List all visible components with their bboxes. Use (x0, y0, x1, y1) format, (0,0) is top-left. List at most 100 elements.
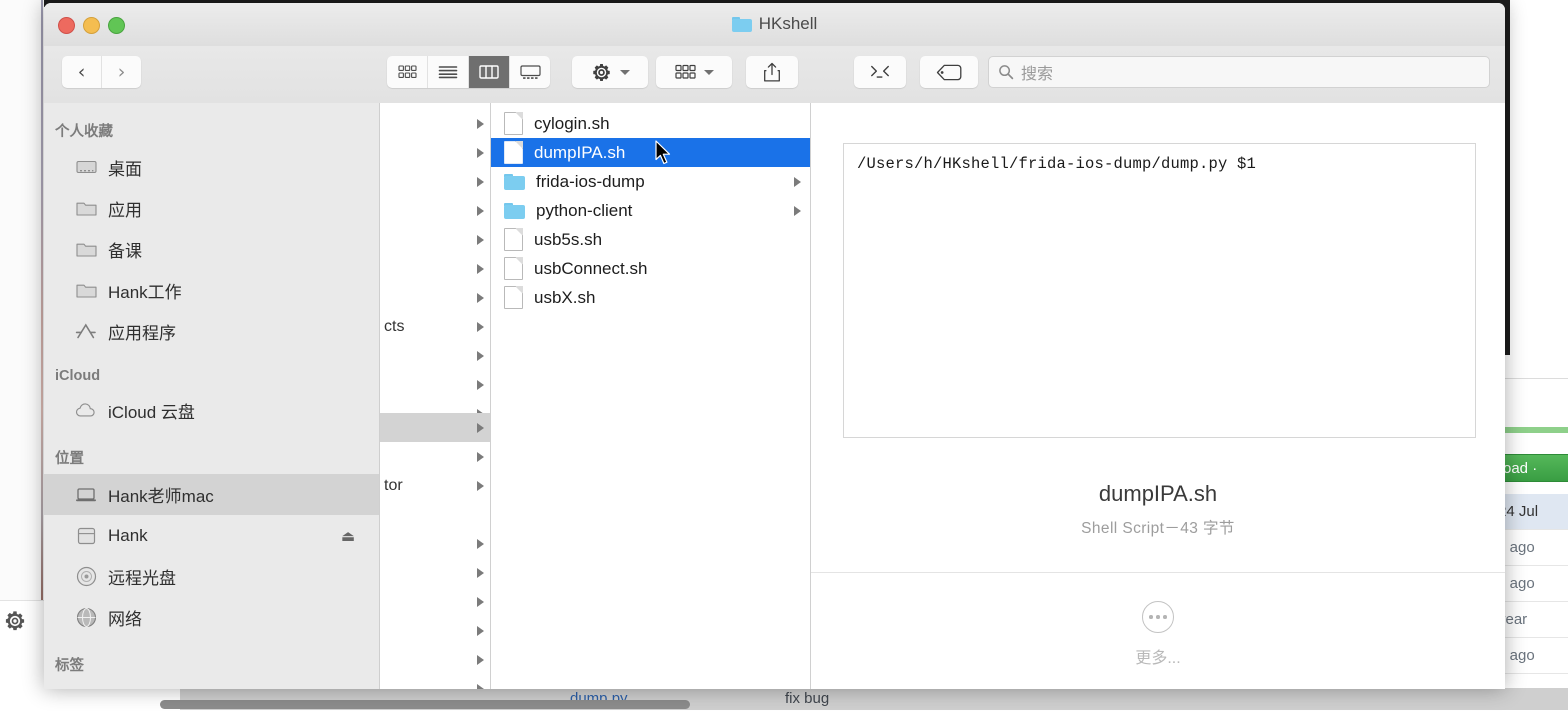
group-menu-button[interactable] (656, 56, 732, 88)
folder-icon (731, 16, 752, 32)
preview-file-name: dumpIPA.sh (1098, 481, 1218, 506)
gallery-icon (519, 64, 541, 79)
share-button[interactable] (746, 56, 798, 88)
preview-more-section[interactable]: 更多... (811, 601, 1505, 668)
file-name: cylogin.sh (534, 113, 610, 133)
disclosure-icon (477, 350, 484, 361)
laptop-icon (75, 484, 97, 506)
list-item-python-client[interactable]: python-client (491, 196, 810, 225)
chevron-left-icon: ‹ (77, 60, 86, 83)
list-item[interactable] (380, 587, 490, 616)
window-title-text: HKshell (758, 14, 818, 33)
list-item[interactable]: tor (380, 471, 490, 500)
download-button[interactable]: oad · (1494, 454, 1568, 482)
chevron-down-icon (703, 69, 714, 75)
list-item-dumpipa[interactable]: dumpIPA.sh (491, 138, 810, 167)
list-item[interactable] (380, 109, 490, 138)
chevron-down-icon (619, 69, 630, 75)
columns-icon (479, 65, 499, 79)
folder-icon (75, 280, 97, 302)
mouse-cursor (655, 140, 672, 167)
disclosure-icon (477, 379, 484, 390)
sidebar-item-label: 应用 (108, 201, 142, 220)
folder-icon (75, 198, 97, 220)
view-mode-group (387, 56, 550, 88)
background-github-box (1494, 378, 1568, 426)
list-item-cylogin[interactable]: cylogin.sh (491, 109, 810, 138)
sidebar-item-apps[interactable]: 应用 (44, 188, 379, 229)
list-view-button[interactable] (428, 56, 469, 88)
disclosure-icon (477, 654, 484, 665)
disclosure-icon (477, 321, 484, 332)
list-item[interactable] (380, 341, 490, 370)
forward-button[interactable]: › (102, 56, 141, 88)
tag-button[interactable] (920, 56, 978, 88)
sidebar-item-network[interactable]: 网络 (44, 597, 379, 638)
table-row: year (1494, 602, 1568, 638)
list-item-label: cts (384, 317, 405, 335)
list-item-frida-ios-dump[interactable]: frida-ios-dump (491, 167, 810, 196)
gear-icon[interactable] (3, 609, 27, 633)
disclosure-icon (794, 205, 801, 216)
disclosure-icon (477, 596, 484, 607)
list-item[interactable] (380, 167, 490, 196)
chevron-right-icon: › (117, 60, 126, 83)
list-item[interactable] (380, 283, 490, 312)
sidebar-item-applications[interactable]: 应用程序 (44, 311, 379, 352)
sidebar-item-desktop[interactable]: 桌面 (44, 147, 379, 188)
list-item[interactable] (380, 225, 490, 254)
disclosure-icon (477, 205, 484, 216)
list-item[interactable]: cts (380, 312, 490, 341)
icon-view-button[interactable] (387, 56, 428, 88)
list-item[interactable] (380, 138, 490, 167)
list-item[interactable] (380, 645, 490, 674)
search-input[interactable]: 搜索 (1021, 60, 1053, 84)
list-item-usbconnect[interactable]: usbConnect.sh (491, 254, 810, 283)
list-item-usbx[interactable]: usbX.sh (491, 283, 810, 312)
sidebar-item-hankwork[interactable]: Hank工作 (44, 270, 379, 311)
applications-icon (75, 321, 97, 343)
disclosure-icon (477, 176, 484, 187)
list-item[interactable] (380, 370, 490, 399)
list-item[interactable] (380, 196, 490, 225)
grid-group-icon (674, 64, 696, 79)
sidebar-item-beike[interactable]: 备课 (44, 229, 379, 270)
horizontal-scrollbar[interactable] (160, 700, 690, 709)
share-icon (764, 62, 780, 82)
sidebar-item-label: 网络 (108, 610, 142, 629)
folder-icon (504, 202, 525, 219)
action-menu-button[interactable] (572, 56, 648, 88)
back-button[interactable]: ‹ (62, 56, 102, 88)
eject-icon[interactable]: ⏏ (341, 527, 355, 545)
sidebar-header-tags: 标签 (55, 658, 84, 674)
list-item[interactable] (380, 529, 490, 558)
gallery-view-button[interactable] (510, 56, 550, 88)
sidebar-item-hank-mac[interactable]: Hank老师mac (44, 474, 379, 515)
list-item-selected[interactable] (380, 413, 490, 442)
list-item[interactable] (380, 674, 490, 689)
sidebar-item-label: iCloud 云盘 (108, 403, 195, 422)
sidebar-item-icloud-drive[interactable]: iCloud 云盘 (44, 390, 379, 431)
list-item[interactable] (380, 616, 490, 645)
disclosure-icon (477, 625, 484, 636)
column-view-button[interactable] (469, 56, 510, 88)
search-field[interactable]: 搜索 (988, 56, 1490, 88)
list-item[interactable] (380, 558, 490, 587)
list-item[interactable] (380, 442, 490, 471)
list-item-usb5s[interactable]: usb5s.sh (491, 225, 810, 254)
disc-icon (75, 566, 97, 588)
cloud-icon (75, 400, 97, 422)
disclosure-icon (477, 480, 484, 491)
nav-buttons: ‹ › (62, 56, 141, 88)
sidebar-header-icloud: iCloud (55, 368, 101, 384)
terminal-button[interactable] (854, 56, 906, 88)
file-name: usbX.sh (534, 287, 596, 307)
sidebar-item-remote-disc[interactable]: 远程光盘 (44, 556, 379, 597)
ellipsis-circle-icon[interactable] (1142, 601, 1174, 633)
file-preview-content: /Users/h/HKshell/frida-ios-dump/dump.py … (843, 143, 1476, 438)
table-row: s ago (1494, 530, 1568, 566)
sidebar-item-hank-disk[interactable]: Hank ⏏ (44, 515, 379, 556)
document-icon (504, 141, 523, 164)
list-item[interactable] (380, 254, 490, 283)
sidebar: 个人收藏 桌面 应用 备课 Hank工作 应用程序 iCloud iCloud … (44, 103, 380, 689)
